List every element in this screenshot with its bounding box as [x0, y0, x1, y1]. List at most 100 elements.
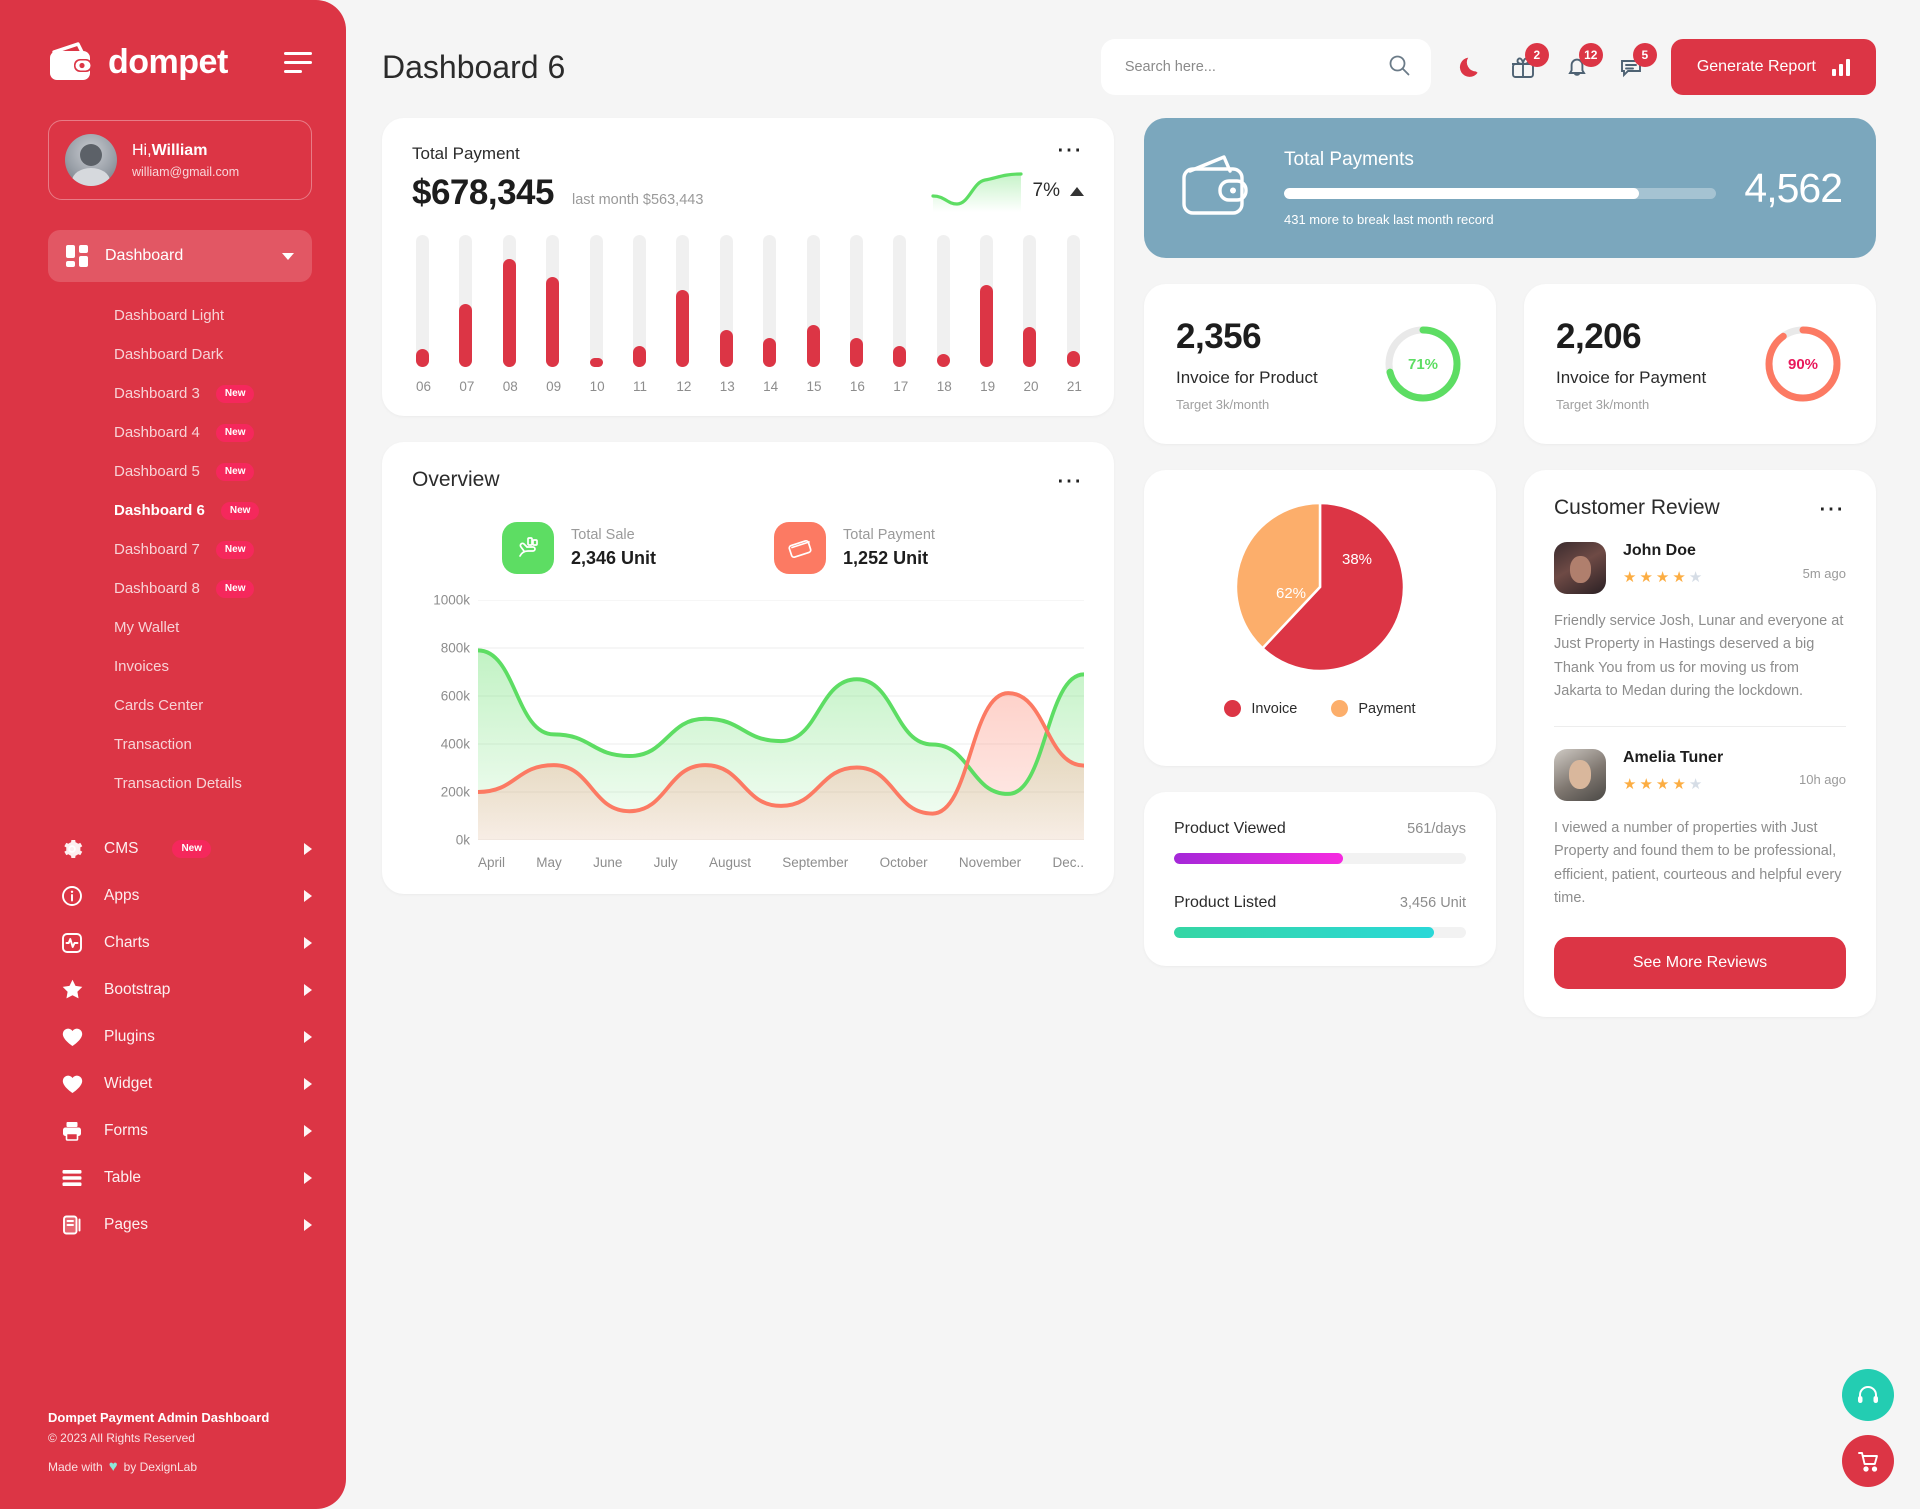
chevron-right-icon — [304, 842, 312, 855]
overview-stat-label: Total Sale — [571, 527, 635, 543]
y-axis-label: 600k — [440, 688, 470, 704]
search-box[interactable] — [1100, 39, 1431, 95]
moon-icon[interactable] — [1457, 54, 1483, 80]
sidebar-item-dashboard 8[interactable]: Dashboard 8 New — [114, 569, 346, 608]
bar-axis-label: 12 — [676, 379, 692, 394]
sidebar-item-table[interactable]: Table — [0, 1154, 346, 1201]
message-icon[interactable]: 5 — [1617, 43, 1657, 81]
chevron-right-icon — [304, 1124, 312, 1137]
reviewer-avatar — [1554, 542, 1606, 594]
brand-name: dompet — [108, 43, 228, 81]
sidebar-item-widget[interactable]: Widget — [0, 1060, 346, 1107]
sidebar-item-dashboard 4[interactable]: Dashboard 4 New — [114, 413, 346, 452]
gauge-ring-chart: 71% — [1382, 323, 1464, 405]
wallet-icon — [1178, 153, 1256, 224]
progress-fill — [1174, 927, 1434, 938]
gauge-cards-row: 2,356 Invoice for Product Target 3k/mont… — [1144, 284, 1876, 444]
sidebar-item-label: Charts — [104, 933, 150, 951]
pulse-icon — [60, 931, 84, 955]
review-item: John Doe ★★★★★ 5m ago Friendly service J… — [1554, 542, 1846, 727]
search-input[interactable] — [1124, 59, 1387, 75]
sidebar-item-dashboard light[interactable]: Dashboard Light — [114, 296, 346, 335]
generate-report-button[interactable]: Generate Report — [1670, 39, 1876, 95]
review-text: Friendly service Josh, Lunar and everyon… — [1554, 613, 1844, 700]
bar-axis-label: 07 — [459, 379, 475, 394]
sidebar-item-dashboard 3[interactable]: Dashboard 3 New — [114, 374, 346, 413]
chevron-right-icon — [304, 1077, 312, 1090]
search-icon[interactable] — [1387, 53, 1411, 82]
sidebar-item-charts[interactable]: Charts — [0, 919, 346, 966]
review-time: 5m ago — [1802, 565, 1846, 581]
legend-label-payment: Payment — [1358, 700, 1416, 717]
chevron-right-icon — [304, 936, 312, 949]
top-header: Dashboard 6 Search here... 2 12 5 Genera… — [382, 30, 1876, 104]
sidebar-item-transaction[interactable]: Transaction — [114, 725, 346, 764]
sidebar-item-pages[interactable]: Pages — [0, 1201, 346, 1248]
svg-text:62%: 62% — [1276, 585, 1306, 602]
bell-icon[interactable]: 12 — [1563, 43, 1603, 81]
support-headset-icon[interactable] — [1842, 1369, 1894, 1421]
sidebar-item-dashboard 6[interactable]: Dashboard 6 New — [114, 491, 346, 530]
bar-axis-label: 06 — [416, 379, 432, 394]
gear-icon — [60, 837, 84, 861]
y-axis-label: 1000k — [433, 592, 470, 608]
x-axis-label: October — [879, 855, 928, 870]
total-payment-label: Total Payment — [412, 144, 520, 163]
bar-slot — [763, 235, 777, 367]
sidebar-item-label: Cards Center — [114, 697, 204, 714]
wallet-icon — [48, 42, 94, 82]
card-swipe-icon — [774, 522, 827, 574]
sidebar-item-dashboard 7[interactable]: Dashboard 7 New — [114, 530, 346, 569]
sidebar-footer: Dompet Payment Admin Dashboard © 2023 Al… — [48, 1410, 269, 1475]
sidebar-item-label: Dashboard Dark — [114, 346, 224, 363]
see-more-reviews-button[interactable]: See More Reviews — [1554, 936, 1846, 989]
chevron-right-icon — [304, 889, 312, 902]
sidebar-item-apps[interactable]: Apps — [0, 872, 346, 919]
new-badge: New — [220, 501, 260, 520]
page-title: Dashboard 6 — [382, 48, 566, 85]
overview-stats: Total Sale 2,346 Unit Total Payment 1,25… — [412, 522, 1084, 574]
brand-row: dompet — [0, 28, 346, 82]
sidebar-item-transaction details[interactable]: Transaction Details — [114, 764, 346, 803]
sidebar-main-menu: CMS New Apps Charts Bootstrap Plugins Wi… — [0, 825, 346, 1248]
sidebar-item-cms[interactable]: CMS New — [0, 825, 346, 872]
banner-subtitle: 431 more to break last month record — [1284, 212, 1494, 227]
star-icon — [60, 978, 84, 1002]
gauge-percent: 90% — [1787, 355, 1819, 373]
more-dots-icon[interactable]: ⋯ — [1056, 467, 1084, 493]
sidebar-item-plugins[interactable]: Plugins — [0, 1013, 346, 1060]
sidebar-item-label: Dashboard 4 — [114, 424, 200, 441]
user-profile-card[interactable]: Hi,William william@gmail.com — [48, 120, 312, 200]
x-axis-label: June — [593, 855, 623, 870]
more-dots-icon[interactable]: ⋯ — [1056, 136, 1084, 162]
sidebar-item-my wallet[interactable]: My Wallet — [114, 608, 346, 647]
bar-value — [589, 357, 603, 367]
shopping-cart-icon[interactable] — [1842, 1435, 1894, 1487]
hamburger-icon[interactable] — [284, 51, 312, 73]
review-list: John Doe ★★★★★ 5m ago Friendly service J… — [1554, 542, 1846, 911]
progress-value: 561/days — [1407, 821, 1466, 837]
sidebar-item-dashboard 5[interactable]: Dashboard 5 New — [114, 452, 346, 491]
gift-icon[interactable]: 2 — [1509, 43, 1549, 81]
sidebar-item-forms[interactable]: Forms — [0, 1107, 346, 1154]
bar-value — [719, 330, 733, 367]
gauge-value: 2,356 — [1176, 316, 1262, 356]
sidebar-group-dashboard[interactable]: Dashboard — [48, 230, 312, 282]
bar-value — [806, 324, 820, 367]
sidebar-item-bootstrap[interactable]: Bootstrap — [0, 966, 346, 1013]
sidebar-item-invoices[interactable]: Invoices — [114, 647, 346, 686]
overview-area-chart: 0k 200k 400k 600k 800k 1000k April May June July… — [412, 593, 1086, 870]
bar-axis-label: 18 — [936, 379, 952, 394]
sidebar-item-dashboard dark[interactable]: Dashboard Dark — [114, 335, 346, 374]
sidebar-item-cards center[interactable]: Cards Center — [114, 686, 346, 725]
sidebar-item-label: Widget — [104, 1074, 153, 1092]
more-dots-icon[interactable]: ⋯ — [1818, 495, 1846, 521]
x-axis-label: Dec.. — [1052, 855, 1084, 870]
y-axis-label: 400k — [440, 736, 470, 752]
lower-right-column: Customer Review ⋯ John Doe ★★★★★ 5m ago … — [1524, 470, 1876, 1017]
bar-value — [849, 337, 863, 367]
total-payments-banner: Total Payments 431 more to break last mo… — [1144, 118, 1876, 258]
bar-value — [676, 290, 690, 367]
bar-value — [763, 337, 777, 367]
bar-axis-label: 19 — [980, 379, 996, 394]
